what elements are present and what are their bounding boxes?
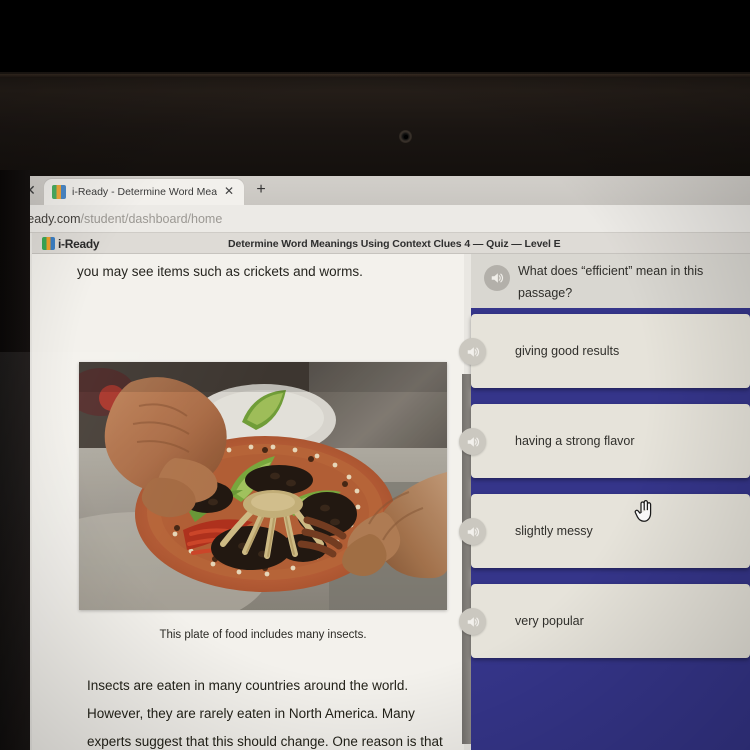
browser-tab[interactable]: i-Ready - Determine Word Meani ✕: [44, 179, 244, 205]
passage-panel: you may see items such as crickets and w…: [32, 254, 464, 750]
speaker-icon[interactable]: [484, 265, 510, 291]
tab-close-icon[interactable]: ✕: [222, 184, 236, 198]
question-header: What does “efficient” mean in this passa…: [471, 254, 750, 308]
speaker-icon[interactable]: [459, 518, 486, 545]
speaker-icon[interactable]: [459, 428, 486, 455]
speaker-icon[interactable]: [459, 338, 486, 365]
bezel-top-black: [0, 0, 750, 78]
answer-choice-label: slightly messy: [515, 524, 593, 538]
answer-choice-4[interactable]: very popular: [459, 584, 750, 658]
browser-address-bar[interactable]: gin.i-ready.com/student/dashboard/home: [0, 205, 750, 233]
address-bar-url: gin.i-ready.com/student/dashboard/home: [0, 210, 222, 228]
answer-choice-label: having a strong flavor: [515, 434, 635, 448]
photo-caption: This plate of food includes many insects…: [79, 616, 447, 654]
answer-choice-label: giving good results: [515, 344, 620, 358]
answer-choice-3[interactable]: slightly messy: [459, 494, 750, 568]
question-text: What does “efficient” mean in this passa…: [518, 264, 704, 300]
answer-choice-list: giving good results having a strong flav…: [459, 308, 750, 674]
url-path: /student/dashboard/home: [80, 212, 223, 226]
laptop-bezel: [0, 72, 750, 177]
answer-choice-label: very popular: [515, 614, 584, 628]
new-tab-icon[interactable]: +: [252, 181, 270, 199]
passage-photo: [79, 362, 447, 610]
i-ready-logo-text: i-Ready: [58, 236, 100, 251]
i-ready-logo-icon: [42, 237, 55, 250]
question-panel: What does “efficient” mean in this passa…: [459, 254, 750, 750]
app-header: i-Ready Determine Word Meanings Using Co…: [32, 233, 750, 254]
passage-top-line: you may see items such as crickets and w…: [77, 264, 363, 279]
answer-choice-2[interactable]: having a strong flavor: [459, 404, 750, 478]
laptop-photo: ✕ i-Ready - Determine Word Meani ✕ + gin…: [0, 0, 750, 750]
browser-tabstrip: ✕ i-Ready - Determine Word Meani ✕ +: [0, 176, 750, 205]
passage-body: Insects are eaten in many countries arou…: [87, 672, 459, 750]
bezel-edge-highlight: [0, 74, 750, 78]
i-ready-logo[interactable]: i-Ready: [42, 236, 100, 251]
speaker-icon[interactable]: [459, 608, 486, 635]
passage-body-before: Insects are eaten in many countries arou…: [87, 678, 443, 749]
laptop-screen: ✕ i-Ready - Determine Word Meani ✕ + gin…: [0, 176, 750, 750]
browser-tab-title: i-Ready - Determine Word Meani: [72, 186, 217, 198]
i-ready-favicon: [52, 185, 66, 199]
webcam-lens-dot: [404, 135, 408, 139]
bezel-left-dark: [0, 170, 30, 750]
answer-choice-1[interactable]: giving good results: [459, 314, 750, 388]
quiz-title: Determine Word Meanings Using Context Cl…: [228, 238, 561, 250]
